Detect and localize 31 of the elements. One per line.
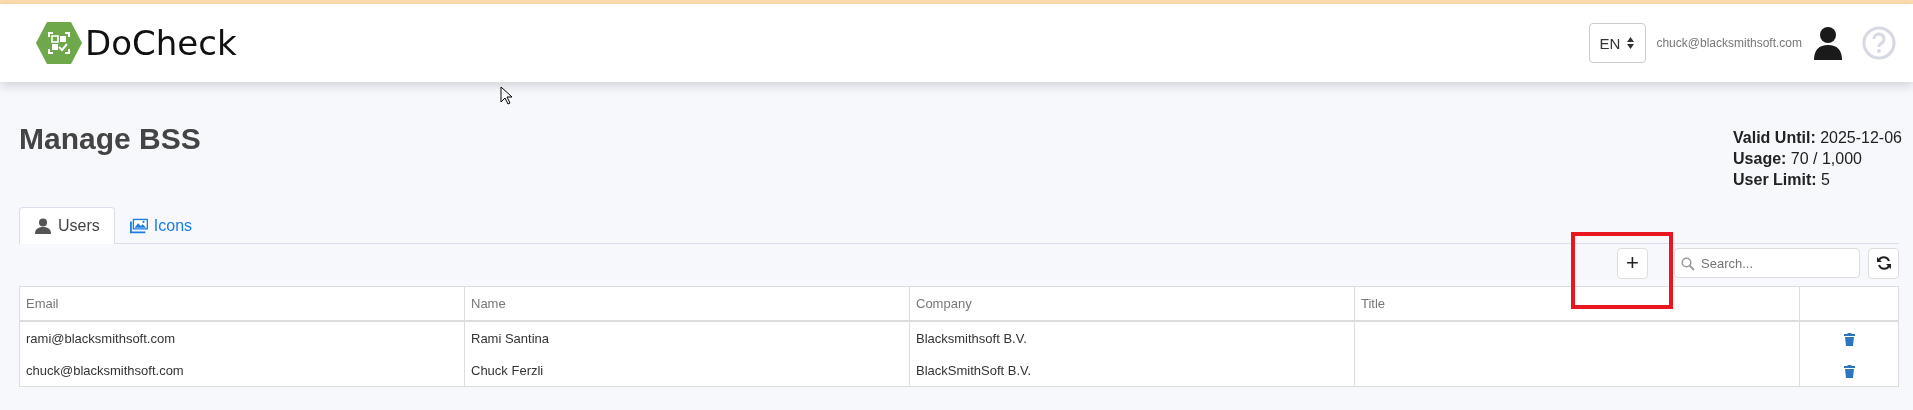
user-email: chuck@blacksmithsoft.com: [1656, 36, 1802, 50]
sort-icon: [1626, 36, 1636, 50]
table-cell: chuck@blacksmithsoft.com: [19, 354, 465, 387]
refresh-icon: [1875, 255, 1892, 271]
table-cell: Rami Santina: [464, 321, 910, 354]
refresh-button[interactable]: [1868, 247, 1899, 279]
trash-icon[interactable]: [1843, 364, 1855, 378]
user-avatar-icon[interactable]: [1812, 26, 1844, 60]
page-title: Manage BSS: [19, 121, 201, 156]
cursor-icon: [500, 86, 512, 105]
column-header: Email: [19, 286, 465, 321]
table-cell: rami@blacksmithsoft.com: [19, 321, 465, 354]
table-cell: BlackSmithSoft B.V.: [909, 354, 1355, 387]
column-header: Company: [909, 286, 1355, 321]
trash-icon[interactable]: [1843, 332, 1855, 346]
info-line: User Limit: 5: [1733, 170, 1831, 190]
logo-icon: [35, 21, 83, 65]
tab[interactable]: Icons: [114, 207, 208, 244]
column-header: Title: [1354, 286, 1800, 321]
table-cell: Blacksmithsoft B.V.: [909, 321, 1355, 354]
user-icon: [34, 218, 52, 234]
info-line: Usage: 70 / 1,000: [1733, 149, 1863, 169]
tab[interactable]: Users: [19, 207, 115, 244]
language-select[interactable]: EN: [1588, 23, 1647, 63]
info-line: Valid Until: 2025-12-06: [1733, 128, 1902, 148]
search-field[interactable]: Search...: [1674, 248, 1860, 278]
app-name: DoCheck: [85, 23, 237, 63]
images-icon: [129, 218, 148, 234]
column-header: Name: [464, 286, 910, 321]
add-button[interactable]: +: [1617, 247, 1648, 279]
table-cell: Chuck Ferzli: [464, 354, 910, 387]
